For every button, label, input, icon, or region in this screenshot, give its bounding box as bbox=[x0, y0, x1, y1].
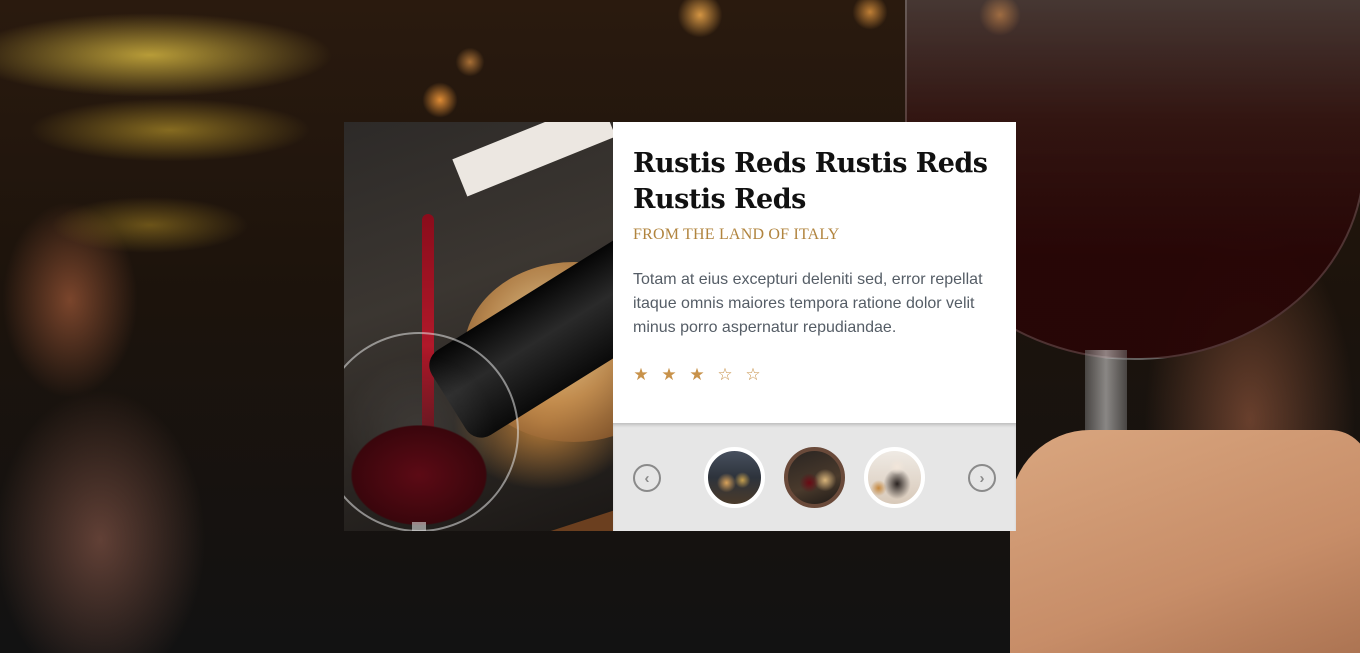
product-card: Rustis Reds Rustis Reds Rustis Reds FROM… bbox=[344, 122, 1016, 531]
glass-stem bbox=[412, 522, 426, 531]
star-filled-icon: ★ bbox=[689, 365, 705, 384]
prev-button[interactable]: ‹ bbox=[633, 464, 661, 492]
star-rating: ★ ★ ★ ☆ ☆ bbox=[633, 365, 996, 385]
chevron-left-icon: ‹ bbox=[644, 469, 650, 487]
product-description: Totam at eius excepturi deleniti sed, er… bbox=[633, 271, 983, 336]
star-filled-icon: ★ bbox=[633, 365, 649, 384]
thumbnail-wine-pour[interactable] bbox=[784, 447, 845, 508]
bottle-label bbox=[452, 122, 613, 197]
star-empty-icon: ☆ bbox=[717, 365, 733, 384]
carousel-nav: ‹ › bbox=[613, 423, 1016, 531]
chevron-right-icon: › bbox=[979, 469, 985, 487]
star-empty-icon: ☆ bbox=[745, 365, 761, 384]
product-subtitle: FROM THE LAND OF ITALY bbox=[633, 226, 840, 243]
product-info: Rustis Reds Rustis Reds Rustis Reds FROM… bbox=[613, 122, 1016, 423]
next-button[interactable]: › bbox=[968, 464, 996, 492]
card-content: Rustis Reds Rustis Reds Rustis Reds FROM… bbox=[613, 122, 1016, 531]
background-hand bbox=[1010, 430, 1360, 653]
star-filled-icon: ★ bbox=[661, 365, 677, 384]
product-image bbox=[344, 122, 613, 531]
product-title: Rustis Reds Rustis Reds Rustis Reds bbox=[633, 148, 988, 215]
thumbnail-coffee-cup[interactable] bbox=[864, 447, 925, 508]
thumbnail-food-plates[interactable] bbox=[704, 447, 765, 508]
